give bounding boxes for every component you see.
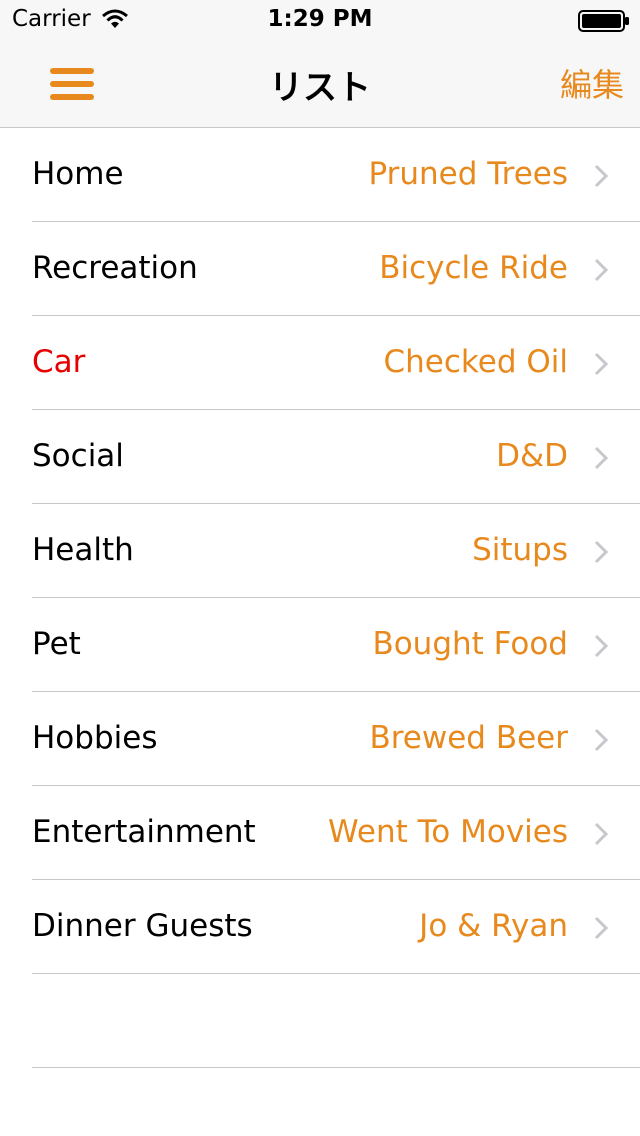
- status-carrier: Carrier: [12, 6, 129, 32]
- list-item-label: Pet: [32, 626, 81, 662]
- list-item-label: Car: [32, 344, 86, 380]
- list-item-entertainment[interactable]: Entertainment Went To Movies: [0, 786, 640, 880]
- list-item-value: Situps: [472, 532, 568, 568]
- list-item-pet[interactable]: Pet Bought Food: [0, 598, 640, 692]
- list-item-dinner-guests[interactable]: Dinner Guests Jo & Ryan: [0, 880, 640, 974]
- list-item-label: Health: [32, 532, 134, 568]
- list-item-value: Jo & Ryan: [419, 908, 568, 944]
- chevron-right-icon: [594, 634, 608, 658]
- category-list: Home Pruned Trees Recreation Bicycle Rid…: [0, 128, 640, 1068]
- list-item-value: Brewed Beer: [369, 720, 568, 756]
- list-item-hobbies[interactable]: Hobbies Brewed Beer: [0, 692, 640, 786]
- chevron-right-icon: [594, 164, 608, 188]
- list-item-recreation[interactable]: Recreation Bicycle Ride: [0, 222, 640, 316]
- hamburger-menu-icon: [50, 68, 94, 100]
- list-item-health[interactable]: Health Situps: [0, 504, 640, 598]
- chevron-right-icon: [594, 352, 608, 376]
- list-item-car[interactable]: Car Checked Oil: [0, 316, 640, 410]
- chevron-right-icon: [594, 258, 608, 282]
- list-item-label: Home: [32, 156, 124, 192]
- list-item-label: Entertainment: [32, 814, 256, 850]
- status-bar: Carrier 1:29 PM: [0, 0, 640, 40]
- edit-button[interactable]: 編集: [560, 60, 624, 106]
- list-item-value: D&D: [496, 438, 568, 474]
- list-item-label: Hobbies: [32, 720, 158, 756]
- list-item-value: Went To Movies: [328, 814, 568, 850]
- list-item-value: Checked Oil: [383, 344, 569, 380]
- chevron-right-icon: [594, 446, 608, 470]
- list-item-label: Recreation: [32, 250, 198, 286]
- carrier-label: Carrier: [12, 6, 91, 32]
- list-item-value: Pruned Trees: [368, 156, 568, 192]
- chevron-right-icon: [594, 822, 608, 846]
- list-item-social[interactable]: Social D&D: [0, 410, 640, 504]
- empty-row: [0, 974, 640, 1068]
- wifi-icon: [101, 9, 128, 28]
- list-item-label: Dinner Guests: [32, 908, 253, 944]
- list-item-label: Social: [32, 438, 124, 474]
- list-item-home[interactable]: Home Pruned Trees: [0, 128, 640, 222]
- chevron-right-icon: [594, 540, 608, 564]
- chevron-right-icon: [594, 916, 608, 940]
- list-item-value: Bought Food: [372, 626, 568, 662]
- battery-icon: [578, 10, 629, 32]
- list-item-value: Bicycle Ride: [379, 250, 568, 286]
- chevron-right-icon: [594, 728, 608, 752]
- navigation-bar: リスト 編集: [0, 40, 640, 128]
- menu-button[interactable]: [44, 62, 100, 106]
